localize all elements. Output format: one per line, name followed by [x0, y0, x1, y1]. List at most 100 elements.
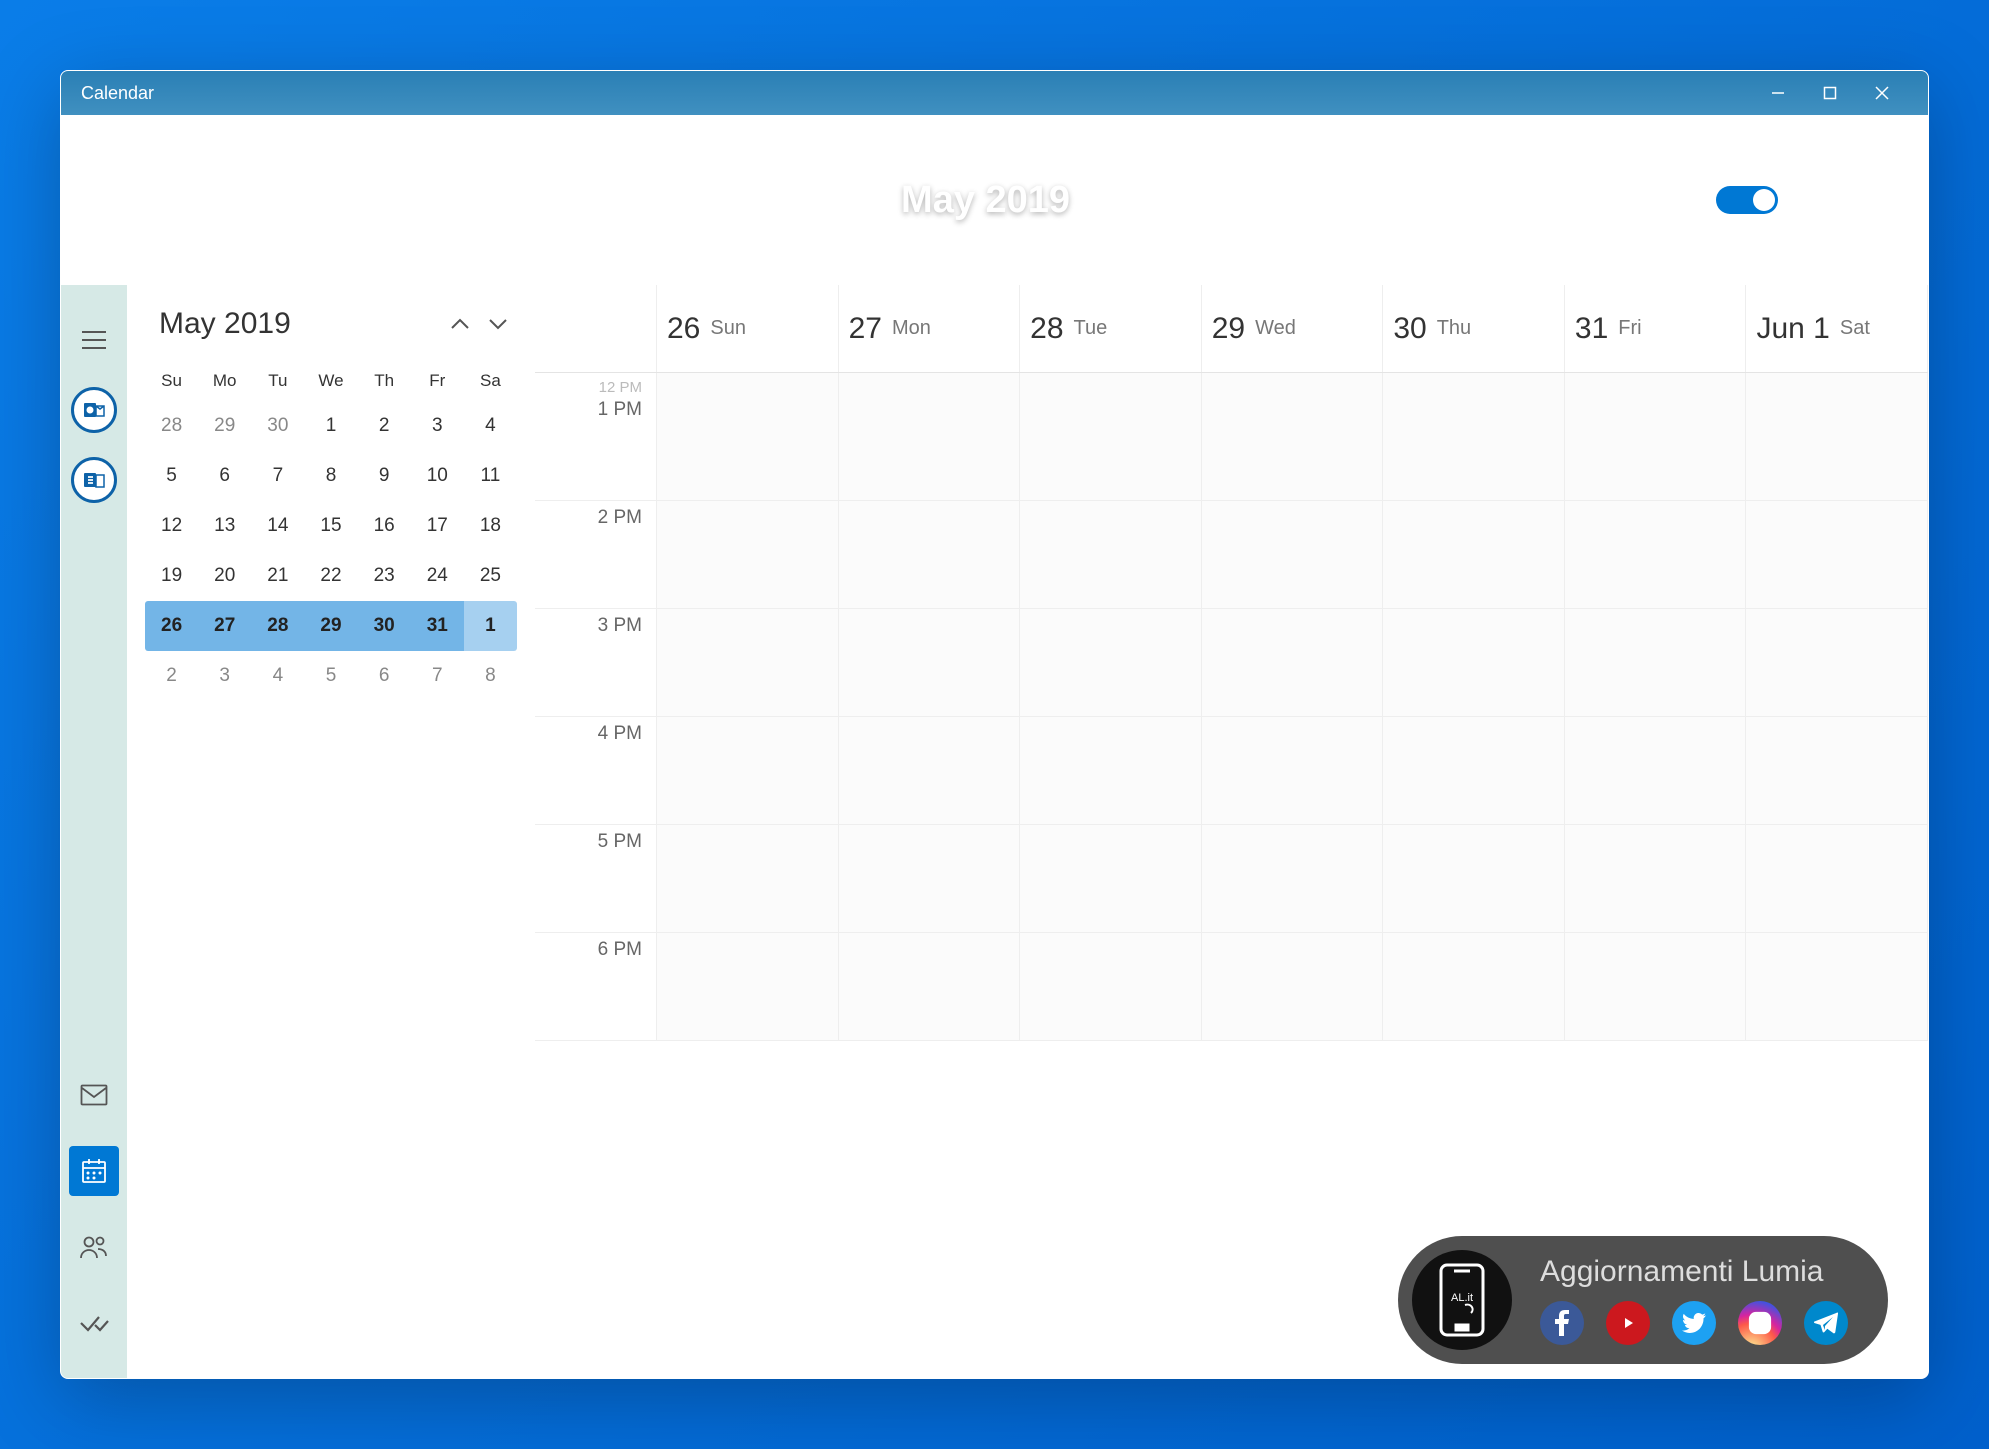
maximize-button[interactable] [1804, 71, 1856, 115]
hour-cell[interactable] [1202, 501, 1384, 608]
day-header[interactable]: 29Wed [1202, 285, 1384, 372]
outlook-account-button[interactable] [71, 387, 117, 433]
mini-day-cell[interactable]: 7 [411, 651, 464, 701]
mini-day-cell[interactable]: 25 [464, 551, 517, 601]
day-header[interactable]: 26Sun [657, 285, 839, 372]
mini-prev-month-button[interactable] [441, 305, 479, 343]
calendar-app-button[interactable] [69, 1146, 119, 1196]
hour-cell[interactable] [1383, 373, 1565, 393]
hour-cell[interactable] [1383, 609, 1565, 716]
facebook-link[interactable] [1540, 1301, 1584, 1345]
mini-day-cell[interactable]: 22 [304, 551, 357, 601]
prev-week-button[interactable] [409, 180, 449, 220]
mini-day-cell[interactable]: 24 [411, 551, 464, 601]
mini-day-cell[interactable]: 3 [198, 651, 251, 701]
mini-day-cell[interactable]: 29 [304, 601, 357, 651]
mini-day-cell[interactable]: 28 [145, 401, 198, 451]
share-button[interactable] [1592, 180, 1632, 220]
mini-day-cell[interactable]: 27 [198, 601, 251, 651]
mini-day-cell[interactable]: 16 [358, 501, 411, 551]
hour-cell[interactable] [1020, 393, 1202, 500]
mini-day-cell[interactable]: 29 [198, 401, 251, 451]
todo-app-button[interactable] [69, 1298, 119, 1348]
mini-day-cell[interactable]: 9 [358, 451, 411, 501]
hour-cell[interactable] [657, 373, 839, 393]
hour-cell[interactable] [839, 609, 1021, 716]
mini-day-cell[interactable]: 28 [251, 601, 304, 651]
hour-cell[interactable] [1565, 373, 1747, 393]
today-button[interactable]: Today [282, 187, 377, 213]
mini-day-cell[interactable]: 30 [358, 601, 411, 651]
hour-cell[interactable] [839, 933, 1021, 1040]
hour-cell[interactable] [1383, 933, 1565, 1040]
hour-cell[interactable] [1746, 373, 1928, 393]
mini-day-cell[interactable]: 1 [304, 401, 357, 451]
people-app-button[interactable] [69, 1222, 119, 1272]
hour-cell[interactable] [1565, 609, 1747, 716]
mini-day-cell[interactable]: 7 [251, 451, 304, 501]
hour-cell[interactable] [1565, 825, 1747, 932]
mini-day-cell[interactable]: 15 [304, 501, 357, 551]
mini-day-cell[interactable]: 30 [251, 401, 304, 451]
hour-cell[interactable] [1746, 933, 1928, 1040]
hour-cell[interactable] [1020, 933, 1202, 1040]
mini-day-cell[interactable]: 8 [304, 451, 357, 501]
mini-day-cell[interactable]: 4 [464, 401, 517, 451]
exchange-account-button[interactable] [71, 457, 117, 503]
hour-cell[interactable] [657, 501, 839, 608]
mini-day-cell[interactable]: 5 [304, 651, 357, 701]
beta-toggle[interactable] [1716, 186, 1778, 214]
week-body[interactable]: 12 PM1 PM2 PM3 PM4 PM5 PM6 PM [535, 373, 1928, 1378]
telegram-link[interactable] [1804, 1301, 1848, 1345]
mini-day-cell[interactable]: 19 [145, 551, 198, 601]
next-week-button[interactable] [479, 180, 519, 220]
hour-cell[interactable] [1565, 717, 1747, 824]
hour-cell[interactable] [1746, 825, 1928, 932]
hour-cell[interactable] [839, 717, 1021, 824]
hour-cell[interactable] [1020, 501, 1202, 608]
day-header[interactable]: 30Thu [1383, 285, 1565, 372]
hour-cell[interactable] [839, 825, 1021, 932]
hour-cell[interactable] [1383, 501, 1565, 608]
hour-cell[interactable] [1202, 933, 1384, 1040]
minimize-button[interactable] [1752, 71, 1804, 115]
hour-cell[interactable] [1746, 717, 1928, 824]
hour-cell[interactable] [1020, 717, 1202, 824]
hour-cell[interactable] [1746, 609, 1928, 716]
hour-cell[interactable] [839, 393, 1021, 500]
day-header[interactable]: 27Mon [839, 285, 1021, 372]
mini-day-cell[interactable]: 17 [411, 501, 464, 551]
mini-day-cell[interactable]: 10 [411, 451, 464, 501]
mini-day-cell[interactable]: 26 [145, 601, 198, 651]
hour-cell[interactable] [1202, 825, 1384, 932]
hour-cell[interactable] [657, 609, 839, 716]
mini-day-cell[interactable]: 2 [358, 401, 411, 451]
hour-cell[interactable] [1202, 717, 1384, 824]
mini-day-cell[interactable]: 20 [198, 551, 251, 601]
mail-app-button[interactable] [69, 1070, 119, 1120]
mini-day-cell[interactable]: 4 [251, 651, 304, 701]
close-button[interactable] [1856, 71, 1908, 115]
hour-cell[interactable] [1020, 825, 1202, 932]
mini-day-cell[interactable]: 23 [358, 551, 411, 601]
hour-cell[interactable] [839, 373, 1021, 393]
view-picker[interactable]: Week [1452, 187, 1570, 213]
mini-day-cell[interactable]: 18 [464, 501, 517, 551]
hamburger-button[interactable] [71, 317, 117, 363]
day-header[interactable]: 28Tue [1020, 285, 1202, 372]
youtube-link[interactable] [1606, 1301, 1650, 1345]
mini-day-cell[interactable]: 1 [464, 601, 517, 651]
mini-day-cell[interactable]: 21 [251, 551, 304, 601]
mini-day-cell[interactable]: 6 [198, 451, 251, 501]
mini-day-cell[interactable]: 14 [251, 501, 304, 551]
mini-day-cell[interactable]: 13 [198, 501, 251, 551]
hour-cell[interactable] [1565, 393, 1747, 500]
new-event-button[interactable]: New event [105, 174, 260, 226]
hour-cell[interactable] [1565, 501, 1747, 608]
hour-cell[interactable] [1202, 393, 1384, 500]
hour-cell[interactable] [1020, 373, 1202, 393]
hour-cell[interactable] [657, 933, 839, 1040]
settings-button[interactable] [1654, 180, 1694, 220]
hour-cell[interactable] [1020, 609, 1202, 716]
hour-cell[interactable] [657, 717, 839, 824]
